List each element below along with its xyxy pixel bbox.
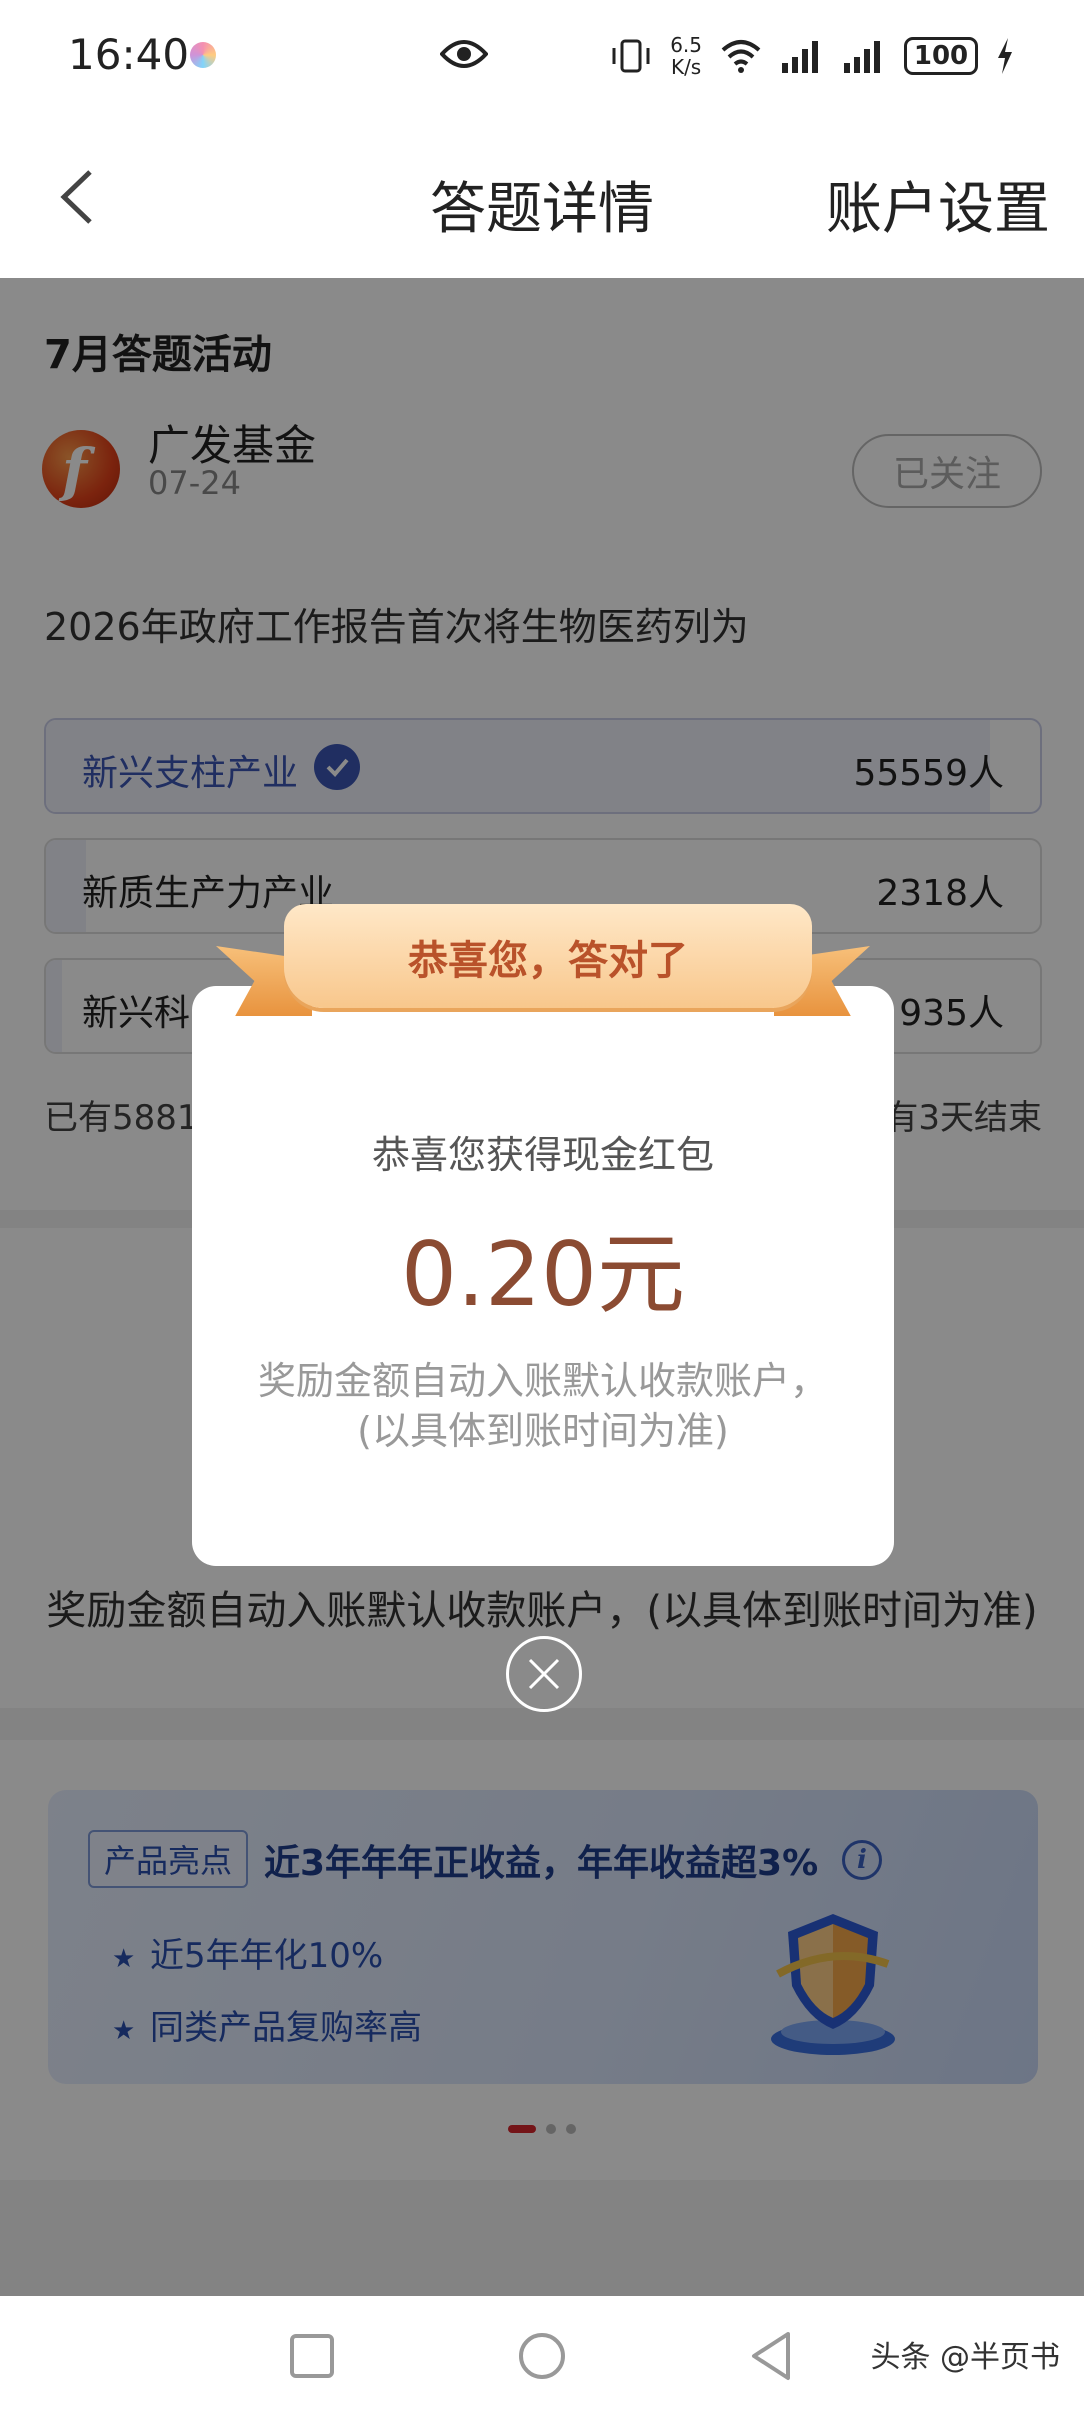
net-speed-value: 6.5 (670, 33, 702, 57)
reward-amount: 0.20元 (401, 1223, 685, 1326)
status-time: 16:40 (68, 30, 190, 79)
eye-icon (440, 40, 488, 68)
status-bar: 16:40 6.5 K/s 100 (0, 0, 1084, 112)
net-speed-unit: K/s (670, 55, 702, 79)
wifi-icon (721, 40, 761, 73)
watermark: 头条 @半页书 (870, 2340, 1060, 2375)
nav-bar: 答题详情 账户设置 (0, 112, 1084, 278)
back-nav-icon[interactable] (742, 2326, 802, 2386)
account-settings-button[interactable]: 账户设置 (826, 164, 1050, 245)
vibrate-icon (612, 39, 650, 73)
notification-dot-icon (190, 42, 216, 68)
battery-icon: 100 (904, 37, 978, 75)
signal-icon-2 (844, 41, 880, 73)
dialog-subtitle: 恭喜您获得现金红包 (371, 1133, 714, 1177)
status-icons: 6.5 K/s 100 (610, 30, 1014, 82)
dialog-ribbon: 恭喜您，答对了 (284, 904, 812, 1008)
reward-dialog: 恭喜您获得现金红包 0.20元 奖励金额自动入账默认收款账户， (以具体到账时间… (192, 986, 894, 1566)
dialog-note-2: (以具体到账时间为准) (357, 1409, 729, 1453)
net-speed: 6.5 K/s (670, 34, 702, 78)
recent-apps-icon[interactable] (282, 2326, 342, 2386)
dialog-title: 恭喜您，答对了 (408, 938, 688, 984)
signal-icon (782, 41, 818, 73)
charging-icon (998, 38, 1012, 74)
close-dialog-button[interactable] (506, 1636, 582, 1712)
home-icon[interactable] (512, 2326, 572, 2386)
close-icon (528, 1658, 560, 1690)
dialog-note-1: 奖励金额自动入账默认收款账户， (257, 1359, 828, 1403)
system-nav-bar: 头条 @半页书 (0, 2296, 1084, 2412)
